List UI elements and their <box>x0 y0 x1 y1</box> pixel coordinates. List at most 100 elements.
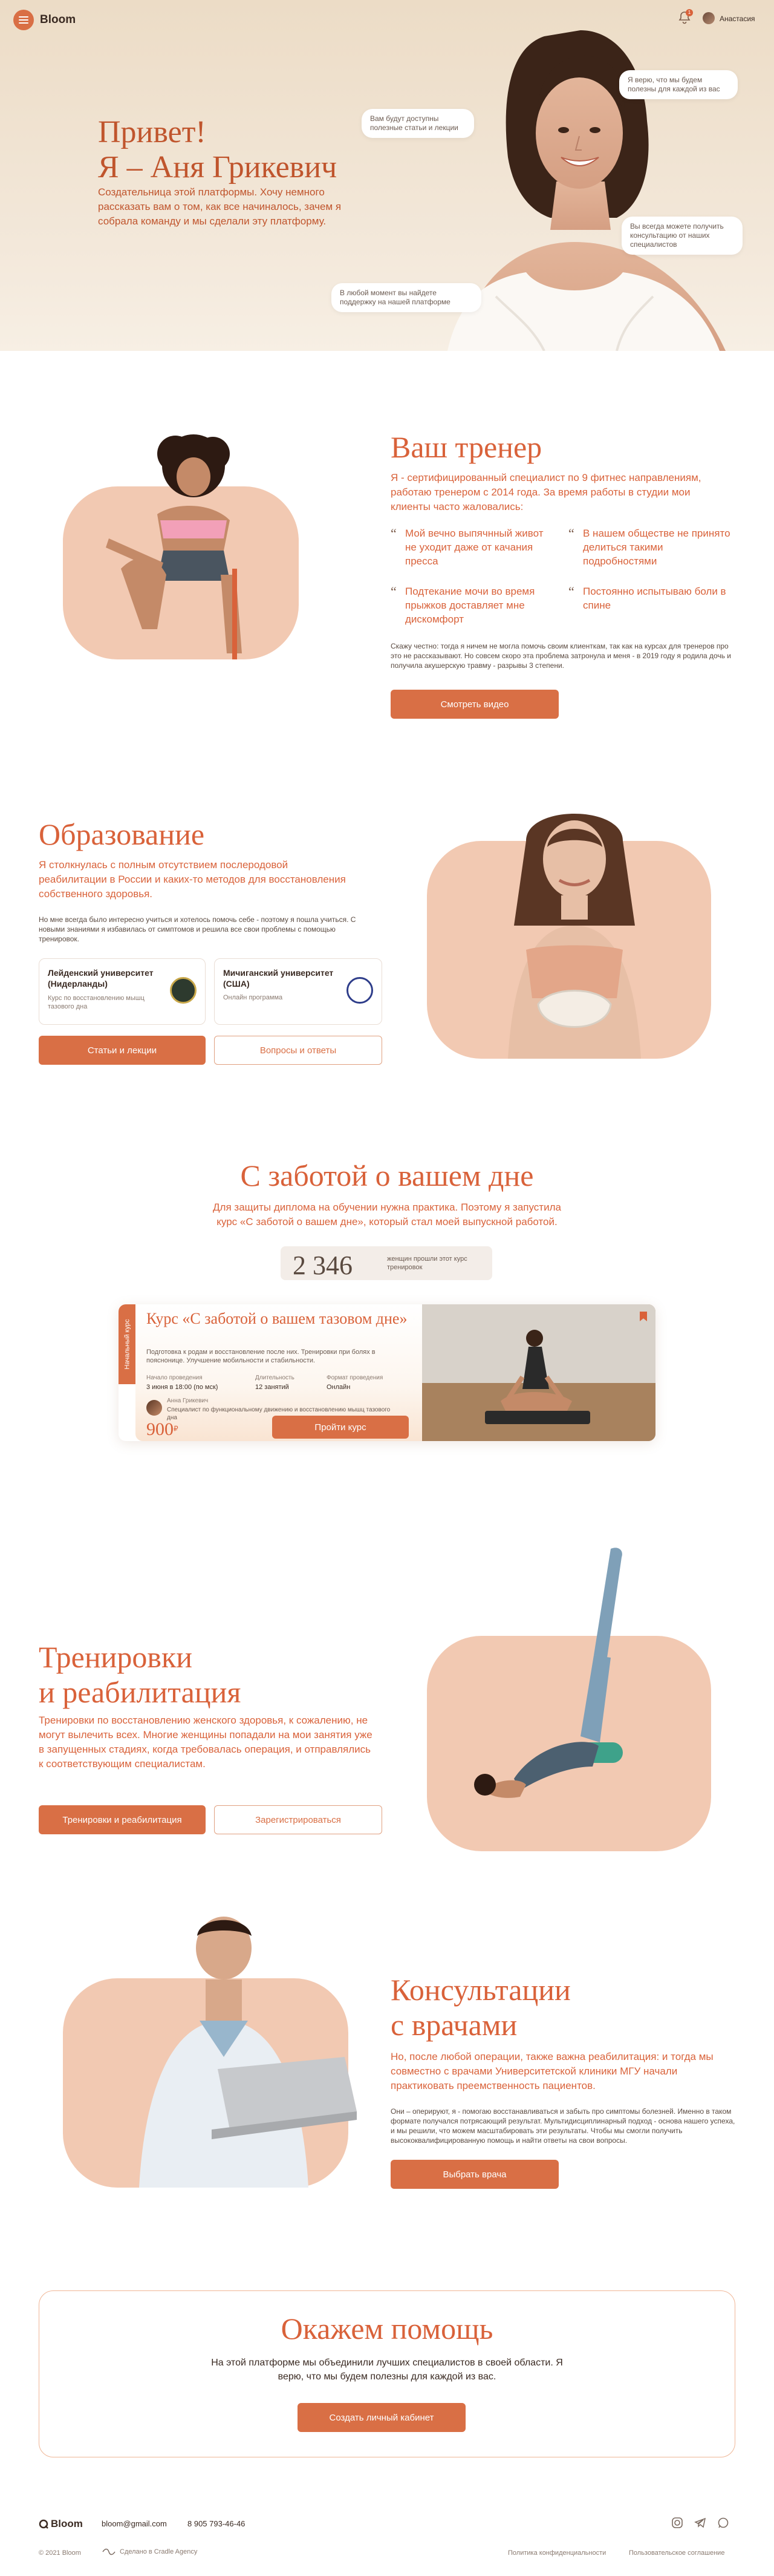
course-meta-start: Начало проведения 3 июня в 18:00 (по мск… <box>146 1375 243 1391</box>
stat-number: 2 346 <box>293 1250 353 1280</box>
trainer-photo <box>106 434 242 659</box>
rehab-title-line2: и реабилитация <box>39 1675 241 1709</box>
doctors-title: Консультации с врачами <box>391 1972 571 2042</box>
footer-email[interactable]: bloom@gmail.com <box>102 2519 167 2528</box>
education-photo <box>508 814 641 1059</box>
course-tag: Начальный курс <box>119 1304 135 1384</box>
university-name: Мичиганский университет (США) <box>223 968 334 989</box>
university-desc: Курс по восстановлению мышц тазового дна <box>48 995 145 1010</box>
brand-name[interactable]: Bloom <box>40 13 76 27</box>
meta-label: Формат проведения <box>327 1375 383 1381</box>
hero-bubble-support: В любой момент вы найдете поддержку на н… <box>331 283 481 312</box>
leiden-logo-icon <box>170 977 197 1004</box>
faq-button[interactable]: Вопросы и ответы <box>214 1036 382 1065</box>
course-meta-duration: Длительность 12 занятий <box>255 1375 328 1391</box>
hero-title-line2: Я – Аня Грикевич <box>98 150 337 185</box>
doctors-title-line1: Консультации <box>391 1973 571 2007</box>
copyright: © 2021 Bloom <box>39 2549 81 2557</box>
whatsapp-icon[interactable] <box>717 2517 729 2529</box>
meta-value: Онлайн <box>327 1384 351 1391</box>
stat-badge: 2 346 женщин прошли этот курс тренировок <box>281 1246 492 1280</box>
rehab-section: Тренировки и реабилитация Тренировки по … <box>0 1525 774 1863</box>
education-note: Но мне всегда было интересно учиться и х… <box>39 915 356 943</box>
quote-icon: “ <box>568 584 574 599</box>
help-section: Окажем помощь На этой платформе мы объед… <box>0 2287 774 2468</box>
course-tag-label: Начальный курс <box>123 1319 131 1370</box>
made-by-text: Сделано в Cradle Agency <box>120 2548 198 2555</box>
social-links <box>671 2517 729 2529</box>
rehab-photo <box>474 1548 623 1798</box>
rehab-title: Тренировки и реабилитация <box>39 1639 241 1710</box>
watch-video-button[interactable]: Смотреть видео <box>391 690 559 719</box>
course-price: 900₽ <box>146 1419 178 1440</box>
michigan-logo-icon <box>346 977 373 1004</box>
doctor-photo <box>139 1917 357 2188</box>
quote-icon: “ <box>568 526 574 541</box>
course-title[interactable]: Курс «С заботой о вашем тазовом дне» <box>146 1310 412 1327</box>
author-avatar <box>146 1400 162 1416</box>
hero-title-line1: Привет! <box>98 115 206 149</box>
made-by-link[interactable]: Сделано в Cradle Agency <box>102 2548 197 2555</box>
education-section: Образование Я столкнулась с полным отсут… <box>0 786 774 1101</box>
agency-icon <box>102 2548 115 2555</box>
doctors-section: Консультации с врачами Но, после любой о… <box>0 1912 774 2202</box>
trainer-title: Ваш тренер <box>391 430 542 464</box>
doctors-title-line2: с врачами <box>391 2008 518 2042</box>
meta-value: 12 занятий <box>255 1384 289 1391</box>
doctors-intro: Но, после любой операции, также важна ре… <box>391 2051 714 2091</box>
logo-icon <box>39 2519 48 2529</box>
care-title: С заботой о вашем дне <box>240 1159 534 1192</box>
articles-button[interactable]: Статьи и лекции <box>39 1036 206 1065</box>
create-account-button[interactable]: Создать личный кабинет <box>298 2403 466 2432</box>
trainer-quote: “ В нашем обществе не принято делиться та… <box>568 526 732 568</box>
register-button[interactable]: Зарегистрироваться <box>214 1805 382 1834</box>
care-intro: Для защиты диплома на обучении нужна пра… <box>213 1201 561 1228</box>
hero-section: Bloom 1 Анастасия Вам будут доступны пол… <box>0 0 774 351</box>
menu-button[interactable] <box>13 10 34 30</box>
help-title: Окажем помощь <box>281 2312 493 2346</box>
instagram-icon[interactable] <box>671 2517 683 2529</box>
footer: Bloom bloom@gmail.com 8 905 793-46-46 © … <box>0 2493 774 2576</box>
footer-phone[interactable]: 8 905 793-46-46 <box>187 2519 245 2528</box>
trainer-quote: “ Подтекание мочи во время прыжков достав… <box>391 584 548 626</box>
trainer-section: Ваш тренер Я - сертифицированный специал… <box>0 351 774 738</box>
meta-label: Длительность <box>255 1375 294 1381</box>
meta-label: Начало проведения <box>146 1375 203 1381</box>
rehab-intro: Тренировки по восстановлению женского зд… <box>39 1715 372 1770</box>
take-course-button[interactable]: Пройти курс <box>272 1416 409 1439</box>
course-meta-format: Формат проведения Онлайн <box>327 1375 405 1391</box>
care-section: С заботой о вашем дне Для защиты диплома… <box>0 1149 774 1525</box>
university-card-leiden[interactable]: Лейденский университет (Нидерланды) Курс… <box>39 958 206 1025</box>
trainer-quote-text: В нашем обществе не принято делиться так… <box>583 528 730 567</box>
help-text: На этой платформе мы объединили лучших с… <box>211 2358 563 2382</box>
university-name: Лейденский университет (Нидерланды) <box>48 968 154 989</box>
trainer-note: Скажу честно: тогда я ничем не могла пом… <box>391 642 731 670</box>
quote-icon: “ <box>391 584 397 599</box>
choose-doctor-button[interactable]: Выбрать врача <box>391 2160 559 2189</box>
price-value: 900 <box>146 1419 174 1439</box>
privacy-link[interactable]: Политика конфиденциальности <box>508 2549 606 2557</box>
trainer-quote: “ Мой вечно выпячнный живот не уходит даж… <box>391 526 548 568</box>
trainer-intro: Я - сертифицированный специалист по 9 фи… <box>391 472 701 512</box>
rehab-button[interactable]: Тренировки и реабилитация <box>39 1805 206 1834</box>
trainer-quote-text: Мой вечно выпячнный живот не уходит даже… <box>405 528 544 567</box>
trainer-quote: “ Постоянно испытываю боли в спине <box>568 584 732 612</box>
telegram-icon[interactable] <box>694 2517 706 2529</box>
footer-brand: Bloom <box>51 2518 83 2529</box>
rehab-title-line1: Тренировки <box>39 1640 193 1674</box>
trainer-quote-text: Постоянно испытываю боли в спине <box>583 586 726 611</box>
course-desc: Подготовка к родам и восстановление посл… <box>146 1348 376 1364</box>
menu-icon <box>19 16 28 24</box>
stat-label: женщин прошли этот курс тренировок <box>387 1255 467 1271</box>
education-title: Образование <box>39 817 205 851</box>
doctors-note: Они – оперируют, я - помогаю восстанавли… <box>391 2107 735 2145</box>
meta-value: 3 июня в 18:00 (по мск) <box>146 1384 218 1391</box>
education-intro: Я столкнулась с полным отсутствием после… <box>39 859 346 900</box>
course-card[interactable]: Начальный курс Курс «С заботой о вашем т… <box>119 1304 655 1441</box>
university-card-michigan[interactable]: Мичиганский университет (США) Онлайн про… <box>214 958 382 1025</box>
terms-link[interactable]: Пользовательское соглашение <box>629 2549 724 2557</box>
hero-subtitle: Создательница этой платформы. Хочу немно… <box>98 186 342 227</box>
footer-logo[interactable]: Bloom <box>39 2518 83 2530</box>
hero-title: Привет! Я – Аня Грикевич <box>98 115 337 185</box>
author-name: Анна Грикевич <box>167 1398 209 1404</box>
